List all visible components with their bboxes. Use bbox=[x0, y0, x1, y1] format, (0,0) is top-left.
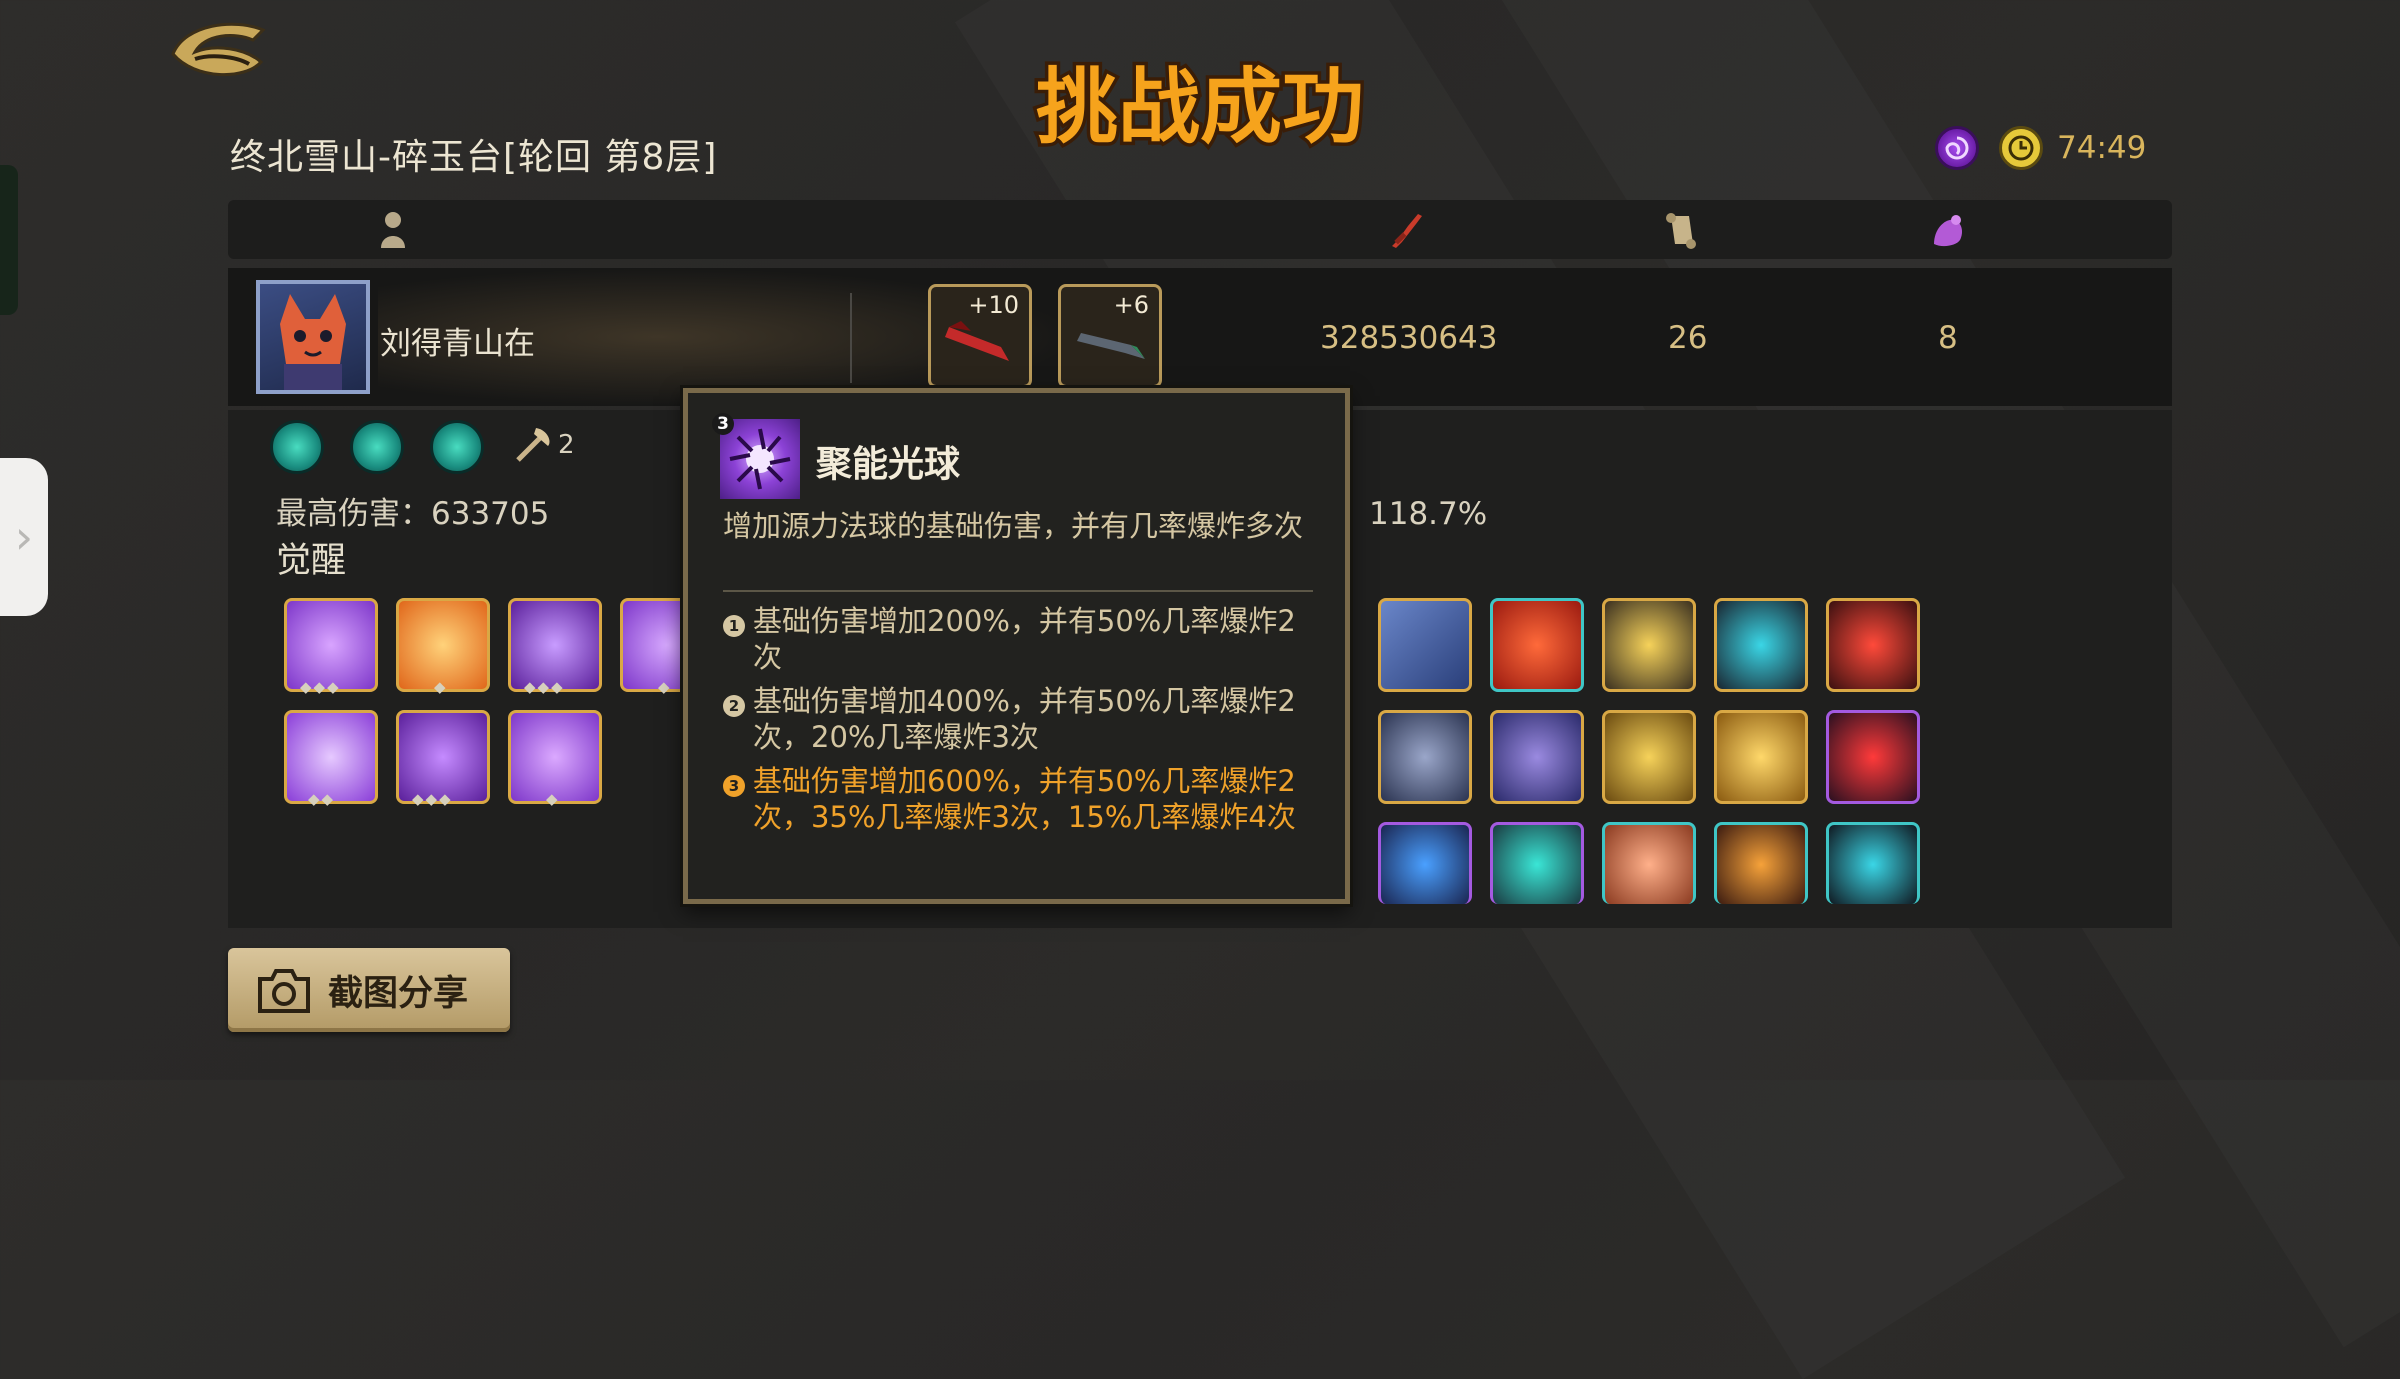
stat-2-value: 26 bbox=[1668, 320, 1708, 356]
energy-orb-icon bbox=[720, 419, 800, 499]
challenge-success-banner: 挑战成功 bbox=[1032, 57, 1367, 159]
item-tile[interactable] bbox=[1378, 598, 1472, 692]
item-tile[interactable] bbox=[1490, 710, 1584, 804]
top-right-status: 74:49 bbox=[1935, 126, 2146, 170]
item-tile[interactable] bbox=[1378, 710, 1472, 804]
timer-value: 74:49 bbox=[2057, 130, 2147, 166]
tile-pips: ◆◆ bbox=[308, 790, 336, 808]
clock-icon bbox=[1999, 126, 2043, 170]
tile-pips: ◆◆◆ bbox=[412, 790, 453, 808]
player-name: 刘得青山在 bbox=[380, 326, 535, 362]
item-tile[interactable] bbox=[1490, 598, 1584, 692]
item-tile[interactable] bbox=[1826, 822, 1920, 904]
damage-value: 328530643 bbox=[1320, 320, 1498, 356]
item-tile[interactable] bbox=[1826, 598, 1920, 692]
skill-icon-3[interactable] bbox=[430, 420, 484, 474]
stat-3-value: 8 bbox=[1938, 320, 1958, 356]
item-tile[interactable] bbox=[1602, 598, 1696, 692]
weapon-level: +6 bbox=[1113, 291, 1149, 319]
tooltip-level-2: 2 基础伤害增加400%，并有50%几率爆炸2次，20%几率爆炸3次 bbox=[723, 683, 1323, 755]
screenshot-share-button[interactable]: 截图分享 bbox=[228, 948, 510, 1032]
fox-hero-icon bbox=[280, 294, 346, 390]
item-tile[interactable] bbox=[1602, 822, 1696, 904]
awaken-label: 觉醒 bbox=[276, 541, 347, 581]
tooltip-description: 增加源力法球的基础伤害，并有几率爆炸多次 bbox=[723, 509, 1304, 543]
back-arrow-icon[interactable] bbox=[165, 14, 270, 84]
tooltip-divider bbox=[723, 590, 1313, 592]
item-tile[interactable] bbox=[1602, 710, 1696, 804]
tile-pips: ◆◆◆ bbox=[524, 678, 565, 696]
damage-icon bbox=[1392, 214, 1422, 248]
share-button-label: 截图分享 bbox=[328, 973, 469, 1014]
expand-handle[interactable]: › bbox=[0, 458, 48, 616]
item-tile[interactable] bbox=[1378, 822, 1472, 904]
max-damage: 最高伤害：633705 bbox=[276, 496, 550, 532]
skill-icon-1[interactable] bbox=[270, 420, 324, 474]
tooltip-level-3: 3 基础伤害增加600%，并有50%几率爆炸2次，35%几率爆炸3次，15%几率… bbox=[723, 763, 1323, 835]
item-tile[interactable] bbox=[1714, 822, 1808, 904]
player-avatar[interactable] bbox=[256, 280, 370, 394]
weapon-level: +10 bbox=[968, 291, 1019, 319]
vortex-icon[interactable] bbox=[1935, 126, 1979, 170]
axe-icon bbox=[516, 428, 550, 462]
skill-tooltip: 3 聚能光球 增加源力法球的基础伤害，并有几率爆炸多次 1 基础伤害增加200%… bbox=[683, 388, 1350, 904]
level-2-badge: 2 bbox=[723, 695, 745, 717]
item-tile[interactable] bbox=[1714, 598, 1808, 692]
level-3-badge: 3 bbox=[723, 775, 745, 797]
scroll-icon bbox=[1666, 213, 1696, 249]
tooltip-level-1: 1 基础伤害增加200%，并有50%几率爆炸2次 bbox=[723, 603, 1323, 675]
item-tile[interactable] bbox=[1826, 710, 1920, 804]
level-1-badge: 1 bbox=[723, 615, 745, 637]
banner-text: 挑战成功 bbox=[1036, 60, 1364, 155]
tile-pips: ◆ bbox=[434, 678, 448, 696]
tile-pips: ◆ bbox=[546, 790, 560, 808]
skill-icon-2[interactable] bbox=[350, 420, 404, 474]
side-tab[interactable] bbox=[0, 165, 18, 315]
tooltip-level-badge: 3 bbox=[712, 413, 734, 435]
level-2-text: 基础伤害增加400%，并有50%几率爆炸2次，20%几率爆炸3次 bbox=[753, 684, 1296, 754]
player-row[interactable]: 刘得青山在 +10 +6 328530643 26 8 bbox=[228, 268, 2172, 406]
kill-count-icon bbox=[1934, 215, 1962, 247]
tile-pips: ◆ bbox=[658, 678, 672, 696]
item-tile[interactable] bbox=[1714, 710, 1808, 804]
level-3-text: 基础伤害增加600%，并有50%几率爆炸2次，35%几率爆炸3次，15%几率爆炸… bbox=[753, 764, 1296, 834]
camera-icon bbox=[258, 969, 310, 1013]
tile-pips: ◆◆◆ bbox=[300, 678, 341, 696]
item-tile[interactable] bbox=[1490, 822, 1584, 904]
tooltip-title: 聚能光球 bbox=[816, 444, 961, 485]
chevron-right-icon: › bbox=[14, 510, 34, 564]
row-divider bbox=[850, 293, 852, 383]
weapon-slot-2[interactable]: +6 bbox=[1058, 284, 1162, 388]
hidden-stat: ：118.7% bbox=[1338, 496, 1488, 532]
table-header bbox=[228, 200, 2172, 259]
extra-skill-count: 2 bbox=[558, 430, 575, 460]
weapon-slot-1[interactable]: +10 bbox=[928, 284, 1032, 388]
location-title: 终北雪山-碎玉台[轮回 第8层] bbox=[230, 137, 718, 178]
player-icon bbox=[381, 212, 405, 248]
level-1-text: 基础伤害增加200%，并有50%几率爆炸2次 bbox=[753, 604, 1296, 674]
